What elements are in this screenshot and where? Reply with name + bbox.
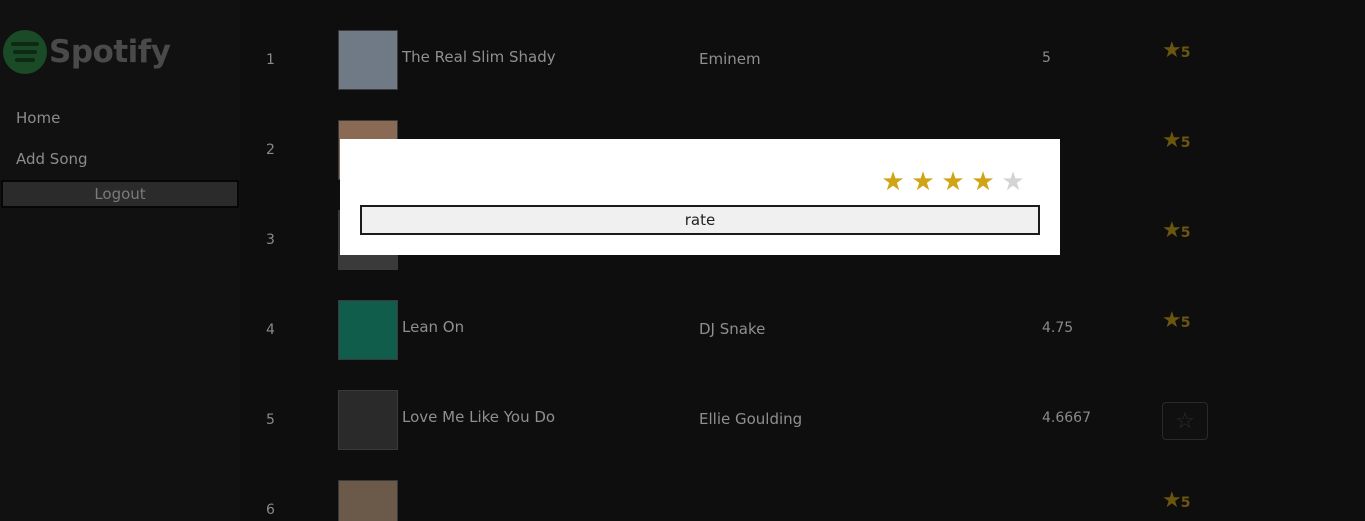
star-icon: ★ xyxy=(1162,218,1182,243)
star-icon: ★ xyxy=(1162,488,1182,513)
star-rating-input[interactable]: ★ ★ ★ ★ ★ xyxy=(878,167,1028,197)
song-rank: 4 xyxy=(266,322,275,338)
song-rank: 2 xyxy=(266,142,275,158)
album-cover xyxy=(338,300,398,360)
table-row: 6 ★ 5 xyxy=(0,480,1365,521)
album-cover xyxy=(338,480,398,521)
user-rating[interactable]: ★ 5 xyxy=(1162,490,1190,512)
rating-modal: ★ ★ ★ ★ ★ rate xyxy=(340,139,1060,255)
user-rating-value: 5 xyxy=(1180,315,1191,331)
star-icon: ★ xyxy=(1162,308,1182,333)
star-5-icon[interactable]: ★ xyxy=(998,167,1028,197)
song-rank: 6 xyxy=(266,502,275,518)
user-rating[interactable]: ★ 5 xyxy=(1162,220,1190,242)
star-icon: ★ xyxy=(1162,128,1182,153)
song-title[interactable]: Love Me Like You Do xyxy=(402,408,555,426)
song-rank: 5 xyxy=(266,412,275,428)
rate-song-button[interactable]: ☆ xyxy=(1162,402,1208,440)
song-rank: 1 xyxy=(266,52,275,68)
table-row: 4 Lean On DJ Snake 4.75 ★ 5 xyxy=(0,300,1365,360)
star-3-icon[interactable]: ★ xyxy=(938,167,968,197)
album-cover xyxy=(338,390,398,450)
user-rating[interactable]: ★ 5 xyxy=(1162,310,1190,332)
song-artist: Ellie Goulding xyxy=(699,410,803,428)
song-title[interactable]: The Real Slim Shady xyxy=(402,48,556,66)
user-rating-value: 5 xyxy=(1180,495,1191,511)
song-title[interactable]: Lean On xyxy=(402,318,464,336)
song-artist: Eminem xyxy=(699,50,761,68)
user-rating[interactable]: ★ 5 xyxy=(1162,130,1190,152)
star-1-icon[interactable]: ★ xyxy=(878,167,908,197)
user-rating-value: 5 xyxy=(1180,225,1191,241)
song-score: 5 xyxy=(1042,50,1051,66)
rate-button[interactable]: rate xyxy=(360,205,1040,235)
star-4-icon[interactable]: ★ xyxy=(968,167,998,197)
star-2-icon[interactable]: ★ xyxy=(908,167,938,197)
star-icon: ★ xyxy=(1162,38,1182,63)
table-row: 1 The Real Slim Shady Eminem 5 ★ 5 xyxy=(0,30,1365,90)
album-cover xyxy=(338,30,398,90)
song-score: 4.6667 xyxy=(1042,410,1091,426)
user-rating[interactable]: ★ 5 xyxy=(1162,40,1190,62)
user-rating-value: 5 xyxy=(1180,135,1191,151)
user-rating-value: 5 xyxy=(1180,45,1191,61)
song-rank: 3 xyxy=(266,232,275,248)
table-row: 5 Love Me Like You Do Ellie Goulding 4.6… xyxy=(0,390,1365,450)
logout-button[interactable]: Logout xyxy=(1,180,239,208)
star-outline-icon: ☆ xyxy=(1175,408,1195,434)
song-artist: DJ Snake xyxy=(699,320,766,338)
song-score: 4.75 xyxy=(1042,320,1074,336)
